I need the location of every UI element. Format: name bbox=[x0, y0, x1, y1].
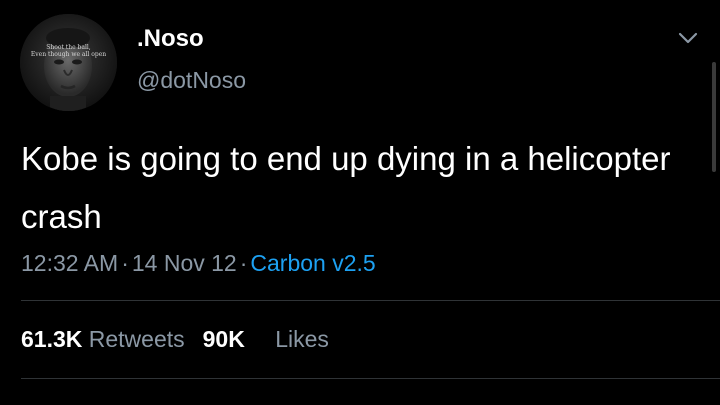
likes-label: Likes bbox=[275, 326, 329, 352]
avatar[interactable]: Shoot the ball, Even though we all open bbox=[20, 14, 117, 111]
tweet-source-link[interactable]: Carbon v2.5 bbox=[250, 250, 375, 276]
avatar-caption: Shoot the ball, bbox=[46, 44, 91, 51]
avatar-caption: Even though we all open bbox=[30, 51, 107, 58]
separator: · bbox=[239, 250, 248, 276]
retweets-count: 61.3K bbox=[21, 326, 83, 352]
chevron-down-icon[interactable] bbox=[676, 26, 700, 50]
tweet-text: Kobe is going to end up dying in a helic… bbox=[21, 140, 671, 235]
separator: · bbox=[121, 250, 129, 276]
likes-count: 90K bbox=[202, 326, 245, 352]
divider bbox=[21, 378, 720, 379]
avatar-portrait bbox=[20, 14, 117, 111]
tweet-metadata: 12:32 AM · 14 Nov 12 · Carbon v2.5 bbox=[21, 250, 376, 277]
tweet-time[interactable]: 12:32 AM bbox=[21, 250, 118, 276]
retweets-link[interactable]: 61.3K Retweets bbox=[21, 326, 185, 352]
retweets-label: Retweets bbox=[88, 326, 185, 352]
tweet-stats: 61.3K Retweets 90K Likes bbox=[21, 326, 329, 353]
divider bbox=[21, 300, 720, 301]
scrollbar[interactable] bbox=[712, 62, 716, 172]
likes-link[interactable]: 90K Likes bbox=[203, 326, 329, 352]
user-handle[interactable]: @dotNoso bbox=[137, 67, 246, 94]
display-name[interactable]: .Noso bbox=[137, 25, 204, 53]
tweet-date[interactable]: 14 Nov 12 bbox=[132, 250, 237, 276]
